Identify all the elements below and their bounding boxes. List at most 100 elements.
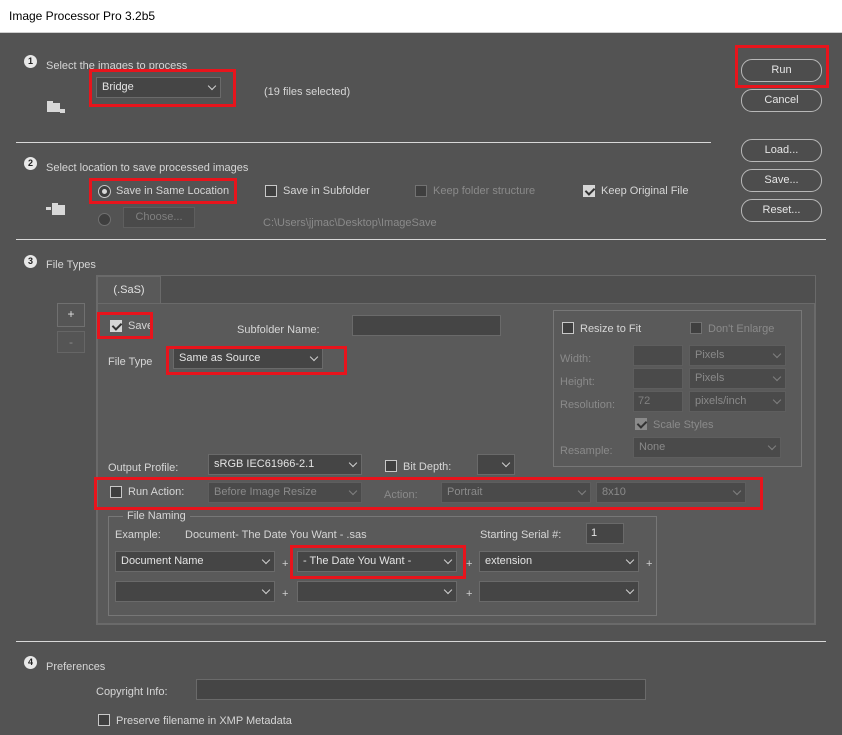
width-input[interactable] (633, 345, 683, 366)
save-other-location-radio[interactable] (98, 213, 111, 226)
folder-arrow-icon (46, 100, 66, 118)
file-naming-title: File Naming (123, 510, 190, 522)
resample-label: Resample: (560, 445, 613, 457)
step-1-badge: 1 (24, 55, 37, 68)
resolution-label: Resolution: (560, 399, 616, 411)
save-subfolder-label: Save in Subfolder (283, 185, 370, 197)
save-subfolder-checkbox[interactable] (265, 185, 277, 197)
run-action-label: Run Action: (128, 486, 185, 498)
scale-styles-checkbox[interactable] (635, 418, 647, 430)
chevron-down-icon (767, 441, 777, 451)
section2-heading: Select location to save processed images (46, 162, 249, 174)
file-type-select[interactable]: Same as Source (173, 348, 323, 369)
resample-select[interactable]: None (633, 437, 781, 458)
resolution-input[interactable]: 72 (633, 391, 683, 412)
naming-field-6-select[interactable] (479, 581, 639, 602)
output-profile-select[interactable]: sRGB IEC61966-2.1 (208, 454, 362, 475)
folder-arrow-icon (46, 202, 66, 220)
tab-sas[interactable]: (.SaS) (97, 276, 161, 304)
source-select[interactable]: Bridge (96, 77, 221, 98)
chevron-down-icon (207, 81, 217, 91)
subfolder-name-label: Subfolder Name: (237, 324, 320, 336)
serial-input[interactable]: 1 (586, 523, 624, 544)
save-filetype-checkbox[interactable] (110, 320, 122, 332)
action-label: Action: (384, 489, 418, 501)
action-name-select[interactable]: 8x10 (596, 482, 746, 503)
window-title: Image Processor Pro 3.2b5 (0, 0, 842, 33)
naming-field-5-select[interactable] (297, 581, 457, 602)
keep-structure-label: Keep folder structure (433, 185, 536, 197)
section1-heading: Select the images to process (46, 60, 188, 72)
chevron-down-icon (348, 486, 358, 496)
chevron-down-icon (772, 395, 782, 405)
plus-icon: + (646, 558, 653, 570)
choose-button[interactable]: Choose... (123, 207, 195, 228)
subfolder-name-input[interactable] (352, 315, 501, 336)
output-profile-label: Output Profile: (108, 462, 179, 474)
file-type-value: Same as Source (179, 352, 261, 364)
load-button[interactable]: Load... (741, 139, 822, 162)
chevron-down-icon (772, 372, 782, 382)
run-button[interactable]: Run (741, 59, 822, 82)
chevron-down-icon (261, 555, 271, 565)
run-action-checkbox[interactable] (110, 486, 122, 498)
action-name-value: 8x10 (602, 486, 626, 498)
chevron-down-icon (501, 458, 511, 468)
step-4-badge: 4 (24, 656, 37, 669)
example-label: Example: (115, 529, 161, 541)
run-action-when-select[interactable]: Before Image Resize (208, 482, 362, 503)
naming-field-1-select[interactable]: Document Name (115, 551, 275, 572)
bit-depth-checkbox[interactable] (385, 460, 397, 472)
action-set-select[interactable]: Portrait (441, 482, 591, 503)
resolution-unit-value: pixels/inch (695, 395, 747, 407)
keep-original-checkbox[interactable] (583, 185, 595, 197)
source-select-value: Bridge (102, 81, 134, 93)
resize-to-fit-checkbox[interactable] (562, 322, 574, 334)
save-same-location-radio[interactable] (98, 185, 111, 198)
plus-icon: + (466, 588, 473, 600)
width-unit-select[interactable]: Pixels (689, 345, 786, 366)
chevron-down-icon (443, 585, 453, 595)
add-filetype-button[interactable]: + (57, 303, 85, 327)
run-action-when-value: Before Image Resize (214, 486, 317, 498)
resolution-unit-select[interactable]: pixels/inch (689, 391, 786, 412)
plus-icon: + (282, 558, 289, 570)
keep-original-label: Keep Original File (601, 185, 689, 197)
step-3-badge: 3 (24, 255, 37, 268)
preserve-filename-checkbox[interactable] (98, 714, 110, 726)
chevron-down-icon (261, 585, 271, 595)
action-set-value: Portrait (447, 486, 483, 498)
naming-field-3-select[interactable]: extension (479, 551, 639, 572)
dont-enlarge-checkbox[interactable] (690, 322, 702, 334)
divider (16, 641, 826, 642)
file-type-label: File Type (108, 356, 153, 368)
divider (16, 142, 711, 143)
cancel-button[interactable]: Cancel (741, 89, 822, 112)
chevron-down-icon (348, 458, 358, 468)
height-label: Height: (560, 376, 595, 388)
save-filetype-label: Save (128, 320, 154, 332)
dont-enlarge-label: Don't Enlarge (708, 323, 775, 335)
chevron-down-icon (577, 486, 587, 496)
naming-field-4-select[interactable] (115, 581, 275, 602)
height-unit-value: Pixels (695, 372, 725, 384)
plus-icon: + (466, 558, 473, 570)
bit-depth-label: Bit Depth: (403, 461, 452, 473)
keep-structure-checkbox[interactable] (415, 185, 427, 197)
width-label: Width: (560, 353, 592, 365)
save-same-location-label: Save in Same Location (116, 185, 230, 197)
section3-heading: File Types (46, 259, 96, 271)
naming-field-3-value: extension (485, 555, 533, 567)
scale-styles-label: Scale Styles (653, 419, 714, 431)
example-value: Document- The Date You Want - .sas (185, 529, 367, 541)
remove-filetype-button[interactable]: - (57, 331, 85, 353)
width-unit-value: Pixels (695, 349, 725, 361)
bit-depth-select[interactable] (477, 454, 515, 475)
reset-button[interactable]: Reset... (741, 199, 822, 222)
naming-field-2-select[interactable]: - The Date You Want - (297, 551, 457, 572)
save-settings-button[interactable]: Save... (741, 169, 822, 192)
copyright-input[interactable] (196, 679, 646, 700)
chevron-down-icon (443, 555, 453, 565)
height-input[interactable] (633, 368, 683, 389)
height-unit-select[interactable]: Pixels (689, 368, 786, 389)
